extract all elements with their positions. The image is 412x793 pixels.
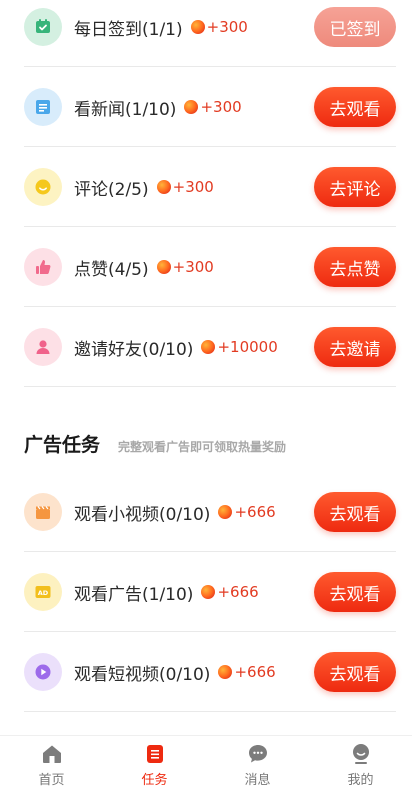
task-reward: +10000: [217, 338, 278, 356]
coin-icon: [218, 505, 233, 519]
coin-icon: [156, 180, 171, 194]
section-subtitle: 完整观看广告即可领取热量奖励: [118, 440, 287, 454]
tab-label: 消息: [244, 773, 271, 788]
checked-in-button[interactable]: 已签到: [314, 7, 396, 47]
task-row-ad: AD 观看广告(1/10) +666 去观看: [24, 552, 396, 632]
task-title: 看新闻(1/10): [74, 99, 177, 120]
coin-icon: [218, 665, 233, 679]
invite-button[interactable]: 去邀请: [314, 327, 396, 367]
tab-tasks[interactable]: 任务: [103, 736, 206, 793]
task-title: 点赞(4/5): [74, 259, 149, 280]
coin-icon: [201, 585, 216, 599]
task-reward: +666: [217, 583, 259, 601]
watch-short-video-button[interactable]: 去观看: [314, 652, 396, 692]
task-reward: +300: [172, 178, 214, 196]
user-invite-icon: [24, 328, 62, 366]
watch-small-video-button[interactable]: 去观看: [314, 492, 396, 532]
coin-icon: [190, 20, 205, 34]
ad-icon: AD: [24, 573, 62, 611]
bottom-tab-bar: 首页 任务 消息 我的: [0, 735, 412, 793]
watch-ad-button[interactable]: 去观看: [314, 572, 396, 612]
task-row-short-video: 观看短视频(0/10) +666 去观看: [24, 632, 396, 712]
task-row-small-video: 观看小视频(0/10) +666 去观看: [24, 472, 396, 552]
task-reward: +666: [234, 503, 276, 521]
home-icon: [40, 742, 64, 766]
chat-bubble-icon: [246, 742, 270, 766]
thumbs-up-icon: [24, 248, 62, 286]
play-circle-icon: [24, 653, 62, 691]
coin-icon: [184, 100, 199, 114]
task-title: 每日签到(1/1): [74, 19, 183, 40]
news-icon: [24, 88, 62, 126]
watch-news-button[interactable]: 去观看: [314, 87, 396, 127]
comment-button[interactable]: 去评论: [314, 167, 396, 207]
calendar-check-icon: [24, 8, 62, 46]
like-button[interactable]: 去点赞: [314, 247, 396, 287]
comment-smile-icon: [24, 168, 62, 206]
task-title: 观看广告(1/10): [74, 584, 194, 605]
task-title: 邀请好友(0/10): [74, 339, 194, 360]
tab-label: 我的: [347, 773, 374, 788]
task-title: 观看短视频(0/10): [74, 664, 211, 685]
clapperboard-icon: [24, 493, 62, 531]
tab-profile[interactable]: 我的: [309, 736, 412, 793]
task-reward: +300: [172, 258, 214, 276]
task-reward: +300: [200, 98, 242, 116]
tab-home[interactable]: 首页: [0, 736, 103, 793]
task-title: 观看小视频(0/10): [74, 504, 211, 525]
coin-icon: [201, 340, 216, 354]
task-row-checkin: 每日签到(1/1) +300 已签到: [24, 0, 396, 67]
task-row-invite: 邀请好友(0/10) +10000 去邀请: [24, 307, 396, 387]
tab-label: 任务: [141, 773, 168, 788]
ad-section-header: 广告任务 完整观看广告即可领取热量奖励: [24, 430, 396, 462]
coin-icon: [156, 260, 171, 274]
profile-icon: [349, 742, 373, 766]
section-title: 广告任务: [24, 434, 101, 456]
task-row-like: 点赞(4/5) +300 去点赞: [24, 227, 396, 307]
tab-messages[interactable]: 消息: [206, 736, 309, 793]
task-reward: +666: [234, 663, 276, 681]
task-title: 评论(2/5): [74, 179, 149, 200]
svg-text:AD: AD: [38, 589, 49, 597]
task-list-icon: [143, 742, 167, 766]
task-row-news: 看新闻(1/10) +300 去观看: [24, 67, 396, 147]
task-reward: +300: [206, 18, 248, 36]
tab-label: 首页: [38, 773, 65, 788]
task-row-comment: 评论(2/5) +300 去评论: [24, 147, 396, 227]
